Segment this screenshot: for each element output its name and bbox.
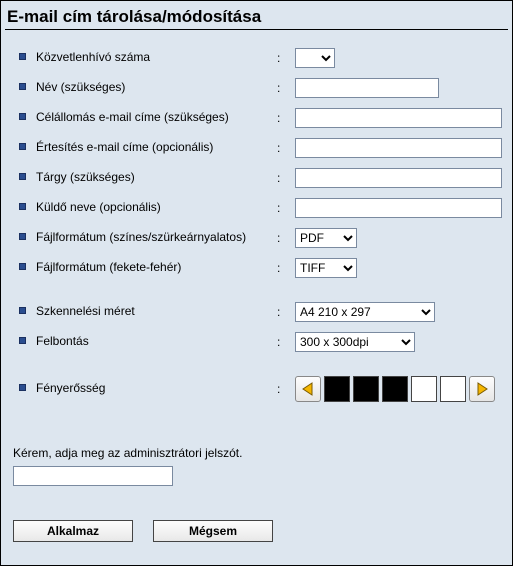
label-subject: Tárgy (szükséges) [36, 170, 135, 186]
admin-password-block: Kérem, adja meg az adminisztrátori jelsz… [5, 446, 508, 486]
brightness-swatch-3[interactable] [382, 376, 408, 402]
brightness-swatch-2[interactable] [353, 376, 379, 402]
bullet-icon [19, 337, 26, 344]
resolution-select[interactable]: 300 x 300dpi [295, 332, 415, 352]
colon: : [277, 305, 295, 319]
colon: : [277, 81, 295, 95]
bullet-icon [19, 143, 26, 150]
row-dest-email: Célállomás e-mail címe (szükséges) : [5, 108, 508, 128]
label-format-color: Fájlformátum (színes/szürkeárnyalatos) [36, 230, 246, 246]
row-scan-size: Szkennelési méret : A4 210 x 297 [5, 302, 508, 322]
format-bw-select[interactable]: TIFF [295, 258, 357, 278]
admin-password-input[interactable] [13, 466, 173, 486]
notify-email-input[interactable] [295, 138, 502, 158]
row-subject: Tárgy (szükséges) : [5, 168, 508, 188]
row-notify-email: Értesítés e-mail címe (opcionális) : [5, 138, 508, 158]
button-row: Alkalmaz Mégsem [5, 520, 508, 542]
label-dest-email: Célállomás e-mail címe (szükséges) [36, 110, 229, 126]
bullet-icon [19, 53, 26, 60]
bullet-icon [19, 83, 26, 90]
colon: : [277, 111, 295, 125]
brightness-decrease-button[interactable] [295, 376, 321, 402]
brightness-swatch-4[interactable] [411, 376, 437, 402]
brightness-swatch-5[interactable] [440, 376, 466, 402]
row-resolution: Felbontás : 300 x 300dpi [5, 332, 508, 352]
scan-size-select[interactable]: A4 210 x 297 [295, 302, 435, 322]
admin-password-prompt: Kérem, adja meg az adminisztrátori jelsz… [13, 446, 508, 460]
cancel-button[interactable]: Mégsem [153, 520, 273, 542]
subject-input[interactable] [295, 168, 502, 188]
email-settings-panel: E-mail cím tárolása/módosítása Közvetlen… [0, 0, 513, 566]
label-notify-email: Értesítés e-mail címe (opcionális) [36, 140, 213, 156]
brightness-swatch-1[interactable] [324, 376, 350, 402]
label-resolution: Felbontás [36, 334, 89, 350]
sender-input[interactable] [295, 198, 502, 218]
colon: : [277, 141, 295, 155]
format-color-select[interactable]: PDF [295, 228, 357, 248]
row-brightness: Fényerősség : [5, 376, 508, 402]
label-speed-dial: Közvetlenhívó száma [36, 50, 150, 66]
label-name: Név (szükséges) [36, 80, 125, 96]
speed-dial-select[interactable] [295, 48, 335, 68]
name-input[interactable] [295, 78, 439, 98]
title-divider [5, 29, 508, 30]
bullet-icon [19, 173, 26, 180]
colon: : [277, 231, 295, 245]
triangle-left-icon [301, 382, 315, 396]
colon: : [277, 51, 295, 65]
brightness-control [295, 376, 495, 402]
colon: : [277, 201, 295, 215]
label-sender: Küldő neve (opcionális) [36, 200, 161, 216]
row-format-color: Fájlformátum (színes/szürkeárnyalatos) :… [5, 228, 508, 248]
page-title: E-mail cím tárolása/módosítása [7, 7, 506, 27]
row-name: Név (szükséges) : [5, 78, 508, 98]
bullet-icon [19, 263, 26, 270]
label-scan-size: Szkennelési méret [36, 304, 135, 320]
dest-email-input[interactable] [295, 108, 502, 128]
bullet-icon [19, 384, 26, 391]
colon: : [277, 171, 295, 185]
label-format-bw: Fájlformátum (fekete-fehér) [36, 260, 181, 276]
colon: : [277, 335, 295, 349]
row-sender: Küldő neve (opcionális) : [5, 198, 508, 218]
brightness-increase-button[interactable] [469, 376, 495, 402]
bullet-icon [19, 113, 26, 120]
bullet-icon [19, 233, 26, 240]
colon: : [277, 382, 295, 396]
apply-button[interactable]: Alkalmaz [13, 520, 133, 542]
colon: : [277, 261, 295, 275]
bullet-icon [19, 307, 26, 314]
bullet-icon [19, 203, 26, 210]
row-format-bw: Fájlformátum (fekete-fehér) : TIFF [5, 258, 508, 278]
row-speed-dial: Közvetlenhívó száma : [5, 48, 508, 68]
label-brightness: Fényerősség [36, 381, 105, 397]
triangle-right-icon [475, 382, 489, 396]
